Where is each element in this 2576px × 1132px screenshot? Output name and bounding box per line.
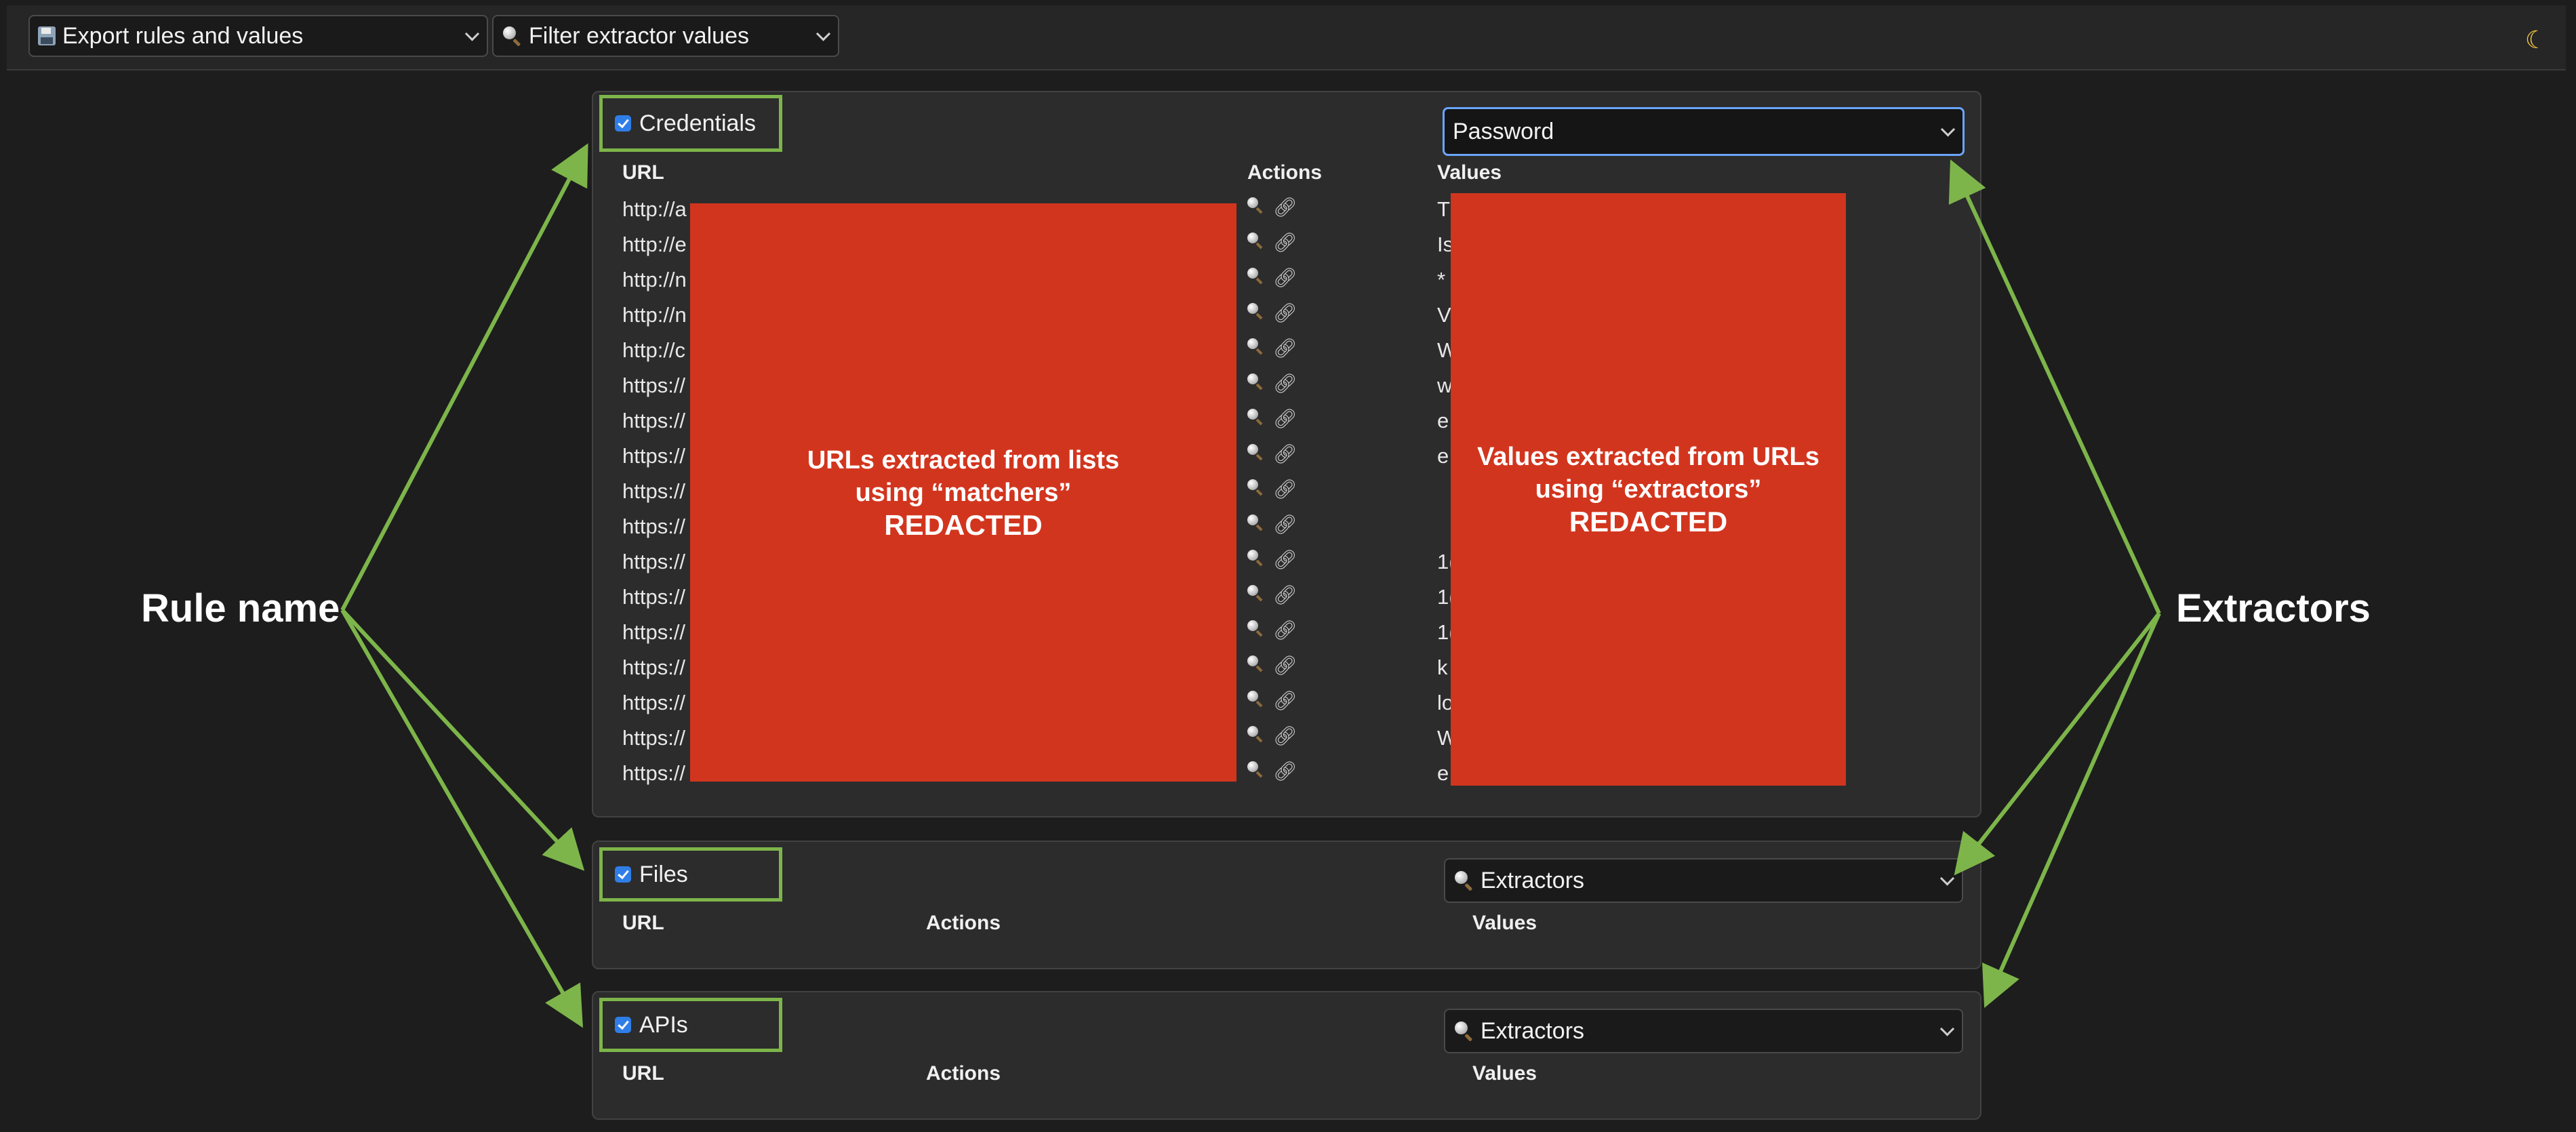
arrow-to-apis — [340, 609, 583, 1028]
arrow-to-password-select — [1948, 159, 2161, 615]
arrow-to-credentials — [340, 143, 588, 611]
arrow-to-files-extractors — [1954, 612, 2161, 876]
callout-rule-name: Rule name — [141, 586, 340, 630]
annotation-arrows — [340, 143, 2161, 1028]
arrow-to-apis-extractors — [1982, 612, 2161, 1008]
arrow-to-files — [340, 608, 585, 871]
callout-extractors: Extractors — [2176, 586, 2371, 630]
